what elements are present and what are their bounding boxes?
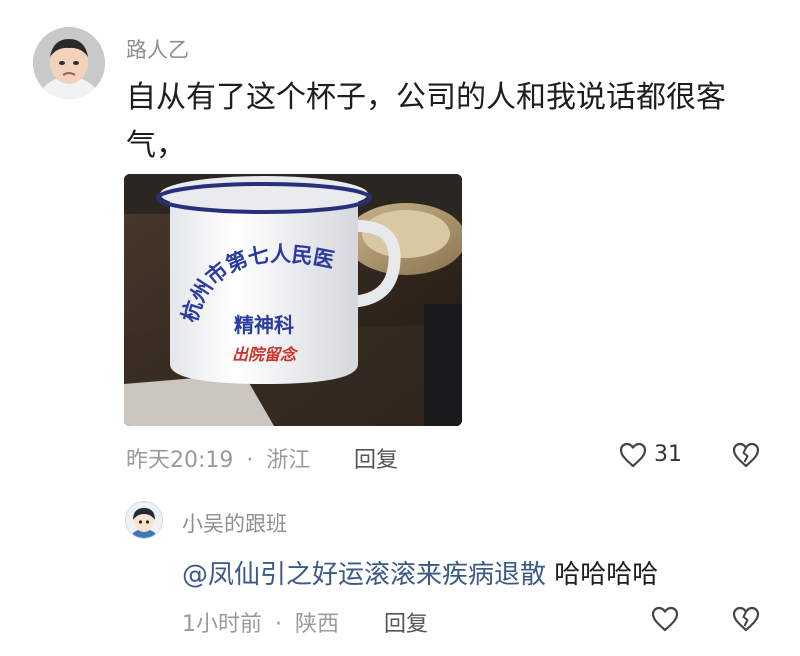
baby-avatar-icon	[33, 27, 105, 99]
cartoon-avatar-icon	[126, 502, 162, 538]
reply-dislike-button[interactable]	[731, 605, 761, 637]
comment-time: 昨天20:19	[126, 448, 234, 473]
meta-separator: ·	[246, 448, 254, 473]
reply-avatar[interactable]	[125, 501, 163, 539]
broken-heart-icon	[732, 442, 760, 468]
meta-separator: ·	[275, 612, 282, 637]
reply-time: 1小时前	[182, 612, 262, 637]
reply-reply-button[interactable]: 回复	[384, 606, 428, 638]
avatar[interactable]	[33, 27, 105, 99]
mug-caption: 出院留念	[232, 345, 299, 364]
reply-body: 哈哈哈哈	[546, 560, 659, 590]
comment-location: 浙江	[266, 448, 311, 473]
mug-department: 精神科	[234, 313, 294, 337]
mug-photo: 杭州市第七人民医院 精神科 出院留念	[124, 174, 462, 426]
reply-username[interactable]: 小吴的跟班	[182, 508, 287, 538]
comment-meta: 昨天20:19 · 浙江	[126, 442, 310, 474]
reply-location: 陕西	[295, 612, 340, 637]
reply-meta: 1小时前 · 陕西	[182, 606, 339, 638]
comment-username[interactable]: 路人乙	[126, 34, 189, 64]
heart-icon	[651, 606, 679, 632]
reply-button[interactable]: 回复	[354, 442, 398, 474]
broken-heart-icon	[732, 606, 760, 632]
like-count: 31	[654, 442, 682, 467]
heart-icon	[619, 442, 647, 468]
reply-like-button[interactable]	[650, 605, 680, 637]
dislike-button[interactable]	[731, 441, 761, 473]
mention-link[interactable]: @凤仙引之好运滚滚来疾病退散	[182, 560, 546, 590]
like-button[interactable]	[618, 441, 648, 473]
comment-thread: 路人乙 自从有了这个杯子，公司的人和我说话都很客气， 杭州市第七人民医 精神科 …	[0, 0, 800, 656]
comment-text: 自从有了这个杯子，公司的人和我说话都很客气，	[126, 80, 726, 163]
comment-image[interactable]: 杭州市第七人民医院 精神科 出院留念	[124, 174, 462, 426]
reply-text: @凤仙引之好运滚滚来疾病退散 哈哈哈哈	[182, 554, 658, 591]
